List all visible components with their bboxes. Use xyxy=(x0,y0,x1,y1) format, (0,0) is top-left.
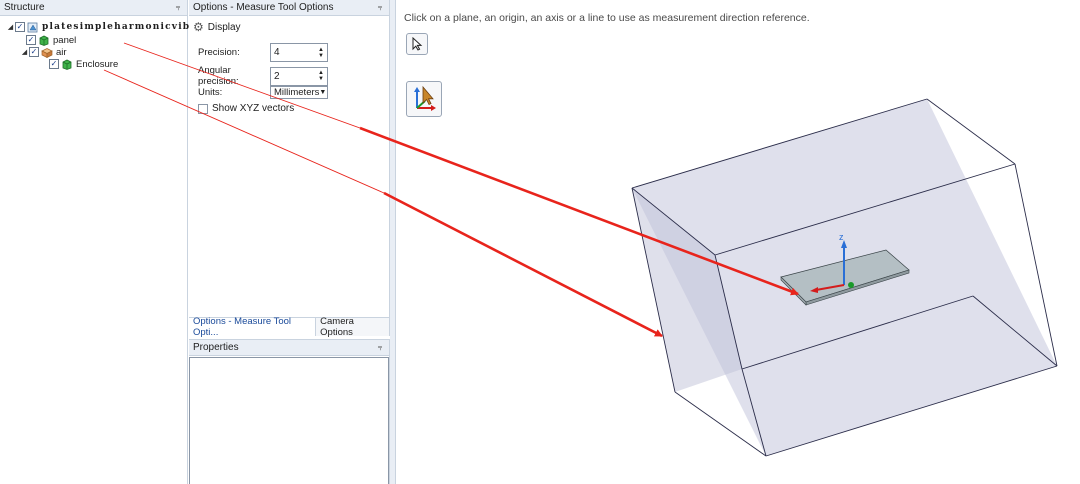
tree-item-air[interactable]: ◢ ✓ air xyxy=(20,46,67,58)
show-xyz-row: Show XYZ vectors xyxy=(198,103,294,114)
angular-precision-value[interactable]: 2 xyxy=(274,71,280,82)
show-xyz-label: Show XYZ vectors xyxy=(212,103,295,114)
angular-precision-row: Angular precision: 2 ▲ ▼ xyxy=(198,65,328,87)
3d-viewport[interactable]: Click on a plane, an origin, an axis or … xyxy=(396,0,1080,484)
structure-title: Structure xyxy=(4,2,45,13)
pin-icon[interactable]: ⫧ xyxy=(375,3,385,13)
tree-item-label: panel xyxy=(53,34,77,46)
units-label: Units: xyxy=(198,87,223,98)
tree-item-root[interactable]: ◢ ✓ platesimpleharmonicvibrat xyxy=(6,21,209,33)
collapse-icon[interactable]: ◢ xyxy=(20,48,29,56)
structure-panel: Structure ⫧ ◢ ✓ platesimpleharmonicvibra… xyxy=(0,0,207,484)
chevron-down-icon: ▼ xyxy=(319,89,327,96)
angular-precision-label: Angular precision: xyxy=(198,65,239,87)
tab-label: Camera Options xyxy=(320,316,354,338)
units-row: Units: Millimeters ▼ xyxy=(198,86,328,99)
visibility-checkbox[interactable]: ✓ xyxy=(15,22,25,32)
angular-precision-stepper[interactable]: 2 ▲ ▼ xyxy=(270,66,328,86)
pin-icon[interactable]: ⫧ xyxy=(173,3,183,13)
options-tabs: Options - Measure Tool Opti... Camera Op… xyxy=(189,316,390,338)
options-header: Options - Measure Tool Options ⫧ xyxy=(189,0,389,16)
tab-label: Options - Measure Tool Opti... xyxy=(193,316,292,338)
units-select[interactable]: Millimeters ▼ xyxy=(270,86,328,99)
display-section-label: Display xyxy=(207,21,241,33)
display-section[interactable]: ⚙ Display xyxy=(193,20,241,34)
properties-panel: Properties ⫧ xyxy=(189,339,390,484)
tree-item-label: Enclosure xyxy=(76,58,119,70)
tab-camera-options[interactable]: Camera Options xyxy=(316,316,390,338)
axis-z-label: z xyxy=(839,232,844,242)
precision-stepper[interactable]: 4 ▲ ▼ xyxy=(270,43,328,62)
tab-measure-tool-options[interactable]: Options - Measure Tool Opti... xyxy=(189,316,317,338)
options-panel: Options - Measure Tool Options ⫧ ⚙ Displ… xyxy=(189,0,390,336)
tree-item-enclosure[interactable]: ✓ Enclosure xyxy=(49,58,118,70)
tree-item-label: platesimpleharmonicvibrat xyxy=(42,22,209,32)
precision-value[interactable]: 4 xyxy=(274,47,280,58)
visibility-checkbox[interactable]: ✓ xyxy=(29,47,39,57)
visibility-checkbox[interactable]: ✓ xyxy=(26,35,36,45)
visibility-checkbox[interactable]: ✓ xyxy=(49,59,59,69)
design-icon xyxy=(27,22,38,32)
component-icon xyxy=(41,47,53,58)
units-value: Millimeters xyxy=(274,87,320,98)
solid-body-icon xyxy=(39,35,49,46)
tree-item-label: air xyxy=(56,46,67,58)
model-scene[interactable]: z xyxy=(396,0,1080,484)
collapse-icon[interactable]: ◢ xyxy=(6,23,15,31)
spin-down-icon[interactable]: ▼ xyxy=(318,76,324,82)
pin-icon[interactable]: ⫧ xyxy=(375,343,385,353)
properties-grid[interactable] xyxy=(189,357,389,484)
tree-item-panel[interactable]: ✓ panel xyxy=(26,34,76,46)
spin-down-icon[interactable]: ▼ xyxy=(318,53,324,59)
precision-row: Precision: 4 ▲ ▼ xyxy=(198,43,328,62)
precision-label: Precision: xyxy=(198,47,240,58)
properties-header: Properties ⫧ xyxy=(189,340,389,356)
options-title: Options - Measure Tool Options xyxy=(193,2,334,13)
solid-body-icon xyxy=(62,59,72,70)
properties-title: Properties xyxy=(193,342,239,353)
show-xyz-checkbox[interactable] xyxy=(198,103,208,114)
structure-header: Structure ⫧ xyxy=(0,0,187,16)
gear-icon: ⚙ xyxy=(193,20,204,34)
